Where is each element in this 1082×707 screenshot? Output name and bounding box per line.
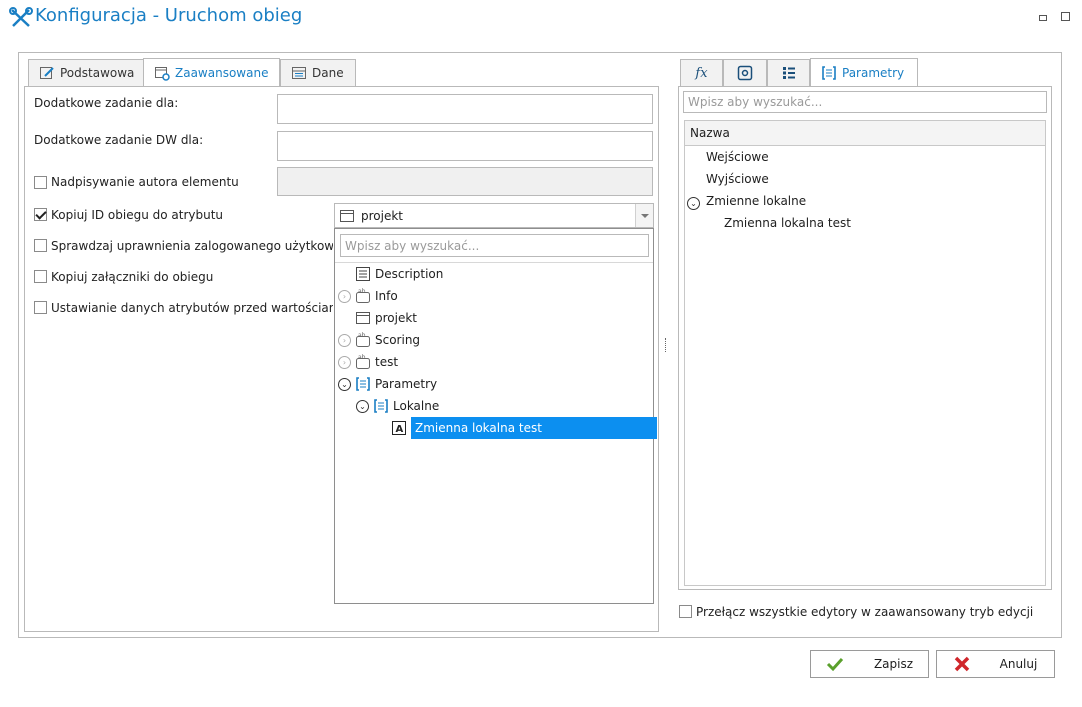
- tree-item-label: projekt: [375, 311, 417, 325]
- overwrite-author-label: Nadpisywanie autora elementu: [51, 175, 239, 189]
- tab-label: Dane: [312, 66, 344, 80]
- param-item-wejsciowe[interactable]: Wejściowe: [706, 150, 769, 164]
- collapse-icon[interactable]: ⌄: [356, 399, 369, 413]
- save-label: Zapisz: [873, 657, 914, 671]
- tree-item-label: Lokalne: [393, 399, 440, 413]
- at-sign-icon: [737, 65, 753, 81]
- tools-icon: [9, 7, 33, 27]
- overwrite-author-checkbox[interactable]: [34, 176, 47, 189]
- expand-icon[interactable]: ›: [338, 333, 351, 347]
- save-button[interactable]: Zapisz: [810, 650, 929, 678]
- tree-item-scoring[interactable]: › ab Scoring: [338, 329, 420, 351]
- advanced-mode-label: Przełącz wszystkie edytory w zaawansowan…: [696, 605, 1034, 619]
- check-permissions-label: Sprawdzaj uprawnienia zalogowanego użytk…: [51, 239, 333, 253]
- tree-item-label: Parametry: [375, 377, 438, 391]
- minimize-button[interactable]: [1036, 9, 1050, 23]
- tab-zaawansowane[interactable]: Zaawansowane: [143, 58, 280, 86]
- tab-attributes[interactable]: [723, 59, 767, 86]
- param-item-wyjsciowe[interactable]: Wyjściowe: [706, 172, 769, 186]
- extra-task-input[interactable]: [277, 94, 653, 124]
- cancel-button[interactable]: Anuluj: [936, 650, 1055, 678]
- copy-attachments-label: Kopiuj załączniki do obiegu: [51, 270, 214, 284]
- tree-item-label: Description: [375, 267, 444, 281]
- letter-a-icon: A: [392, 421, 406, 435]
- search-placeholder: Wpisz aby wyszukać...: [345, 238, 480, 253]
- combo-popup: Wpisz aby wyszukać... Description › ab I…: [334, 228, 657, 604]
- tab-list[interactable]: [767, 59, 810, 86]
- text-field-icon: ab: [356, 354, 370, 369]
- collapse-icon[interactable]: ⌄: [338, 377, 351, 391]
- combo-value: projekt: [361, 208, 403, 223]
- bracket-icon: [374, 399, 388, 413]
- close-icon: [954, 656, 969, 672]
- tree-item-label: test: [375, 355, 399, 369]
- copy-attachments-checkbox[interactable]: [34, 270, 47, 283]
- bracket-icon: [356, 377, 370, 391]
- param-item-zmienna-lokalna-test[interactable]: Zmienna lokalna test: [724, 216, 851, 230]
- tab-label: Podstawowa: [60, 66, 135, 80]
- svg-text:ab: ab: [358, 354, 366, 361]
- chevron-down-icon[interactable]: [635, 204, 653, 227]
- table-icon: [292, 67, 306, 79]
- check-permissions-checkbox[interactable]: [34, 239, 47, 252]
- window-icon: [340, 209, 354, 222]
- column-header-nazwa[interactable]: Nazwa: [684, 120, 1046, 146]
- tree-item-parametry[interactable]: ⌄ Parametry: [338, 373, 437, 395]
- list-icon: [356, 267, 370, 281]
- extra-task-dw-input[interactable]: [277, 131, 653, 161]
- copy-id-label: Kopiuj ID obiegu do atrybutu: [51, 208, 224, 222]
- cancel-label: Anuluj: [999, 657, 1038, 671]
- bracket-icon: [822, 65, 836, 80]
- text-field-icon: ab: [356, 288, 370, 303]
- text-field-icon: ab: [356, 332, 370, 347]
- parameters-grid: [684, 146, 1046, 586]
- window-title: Konfiguracja - Uruchom obieg: [35, 5, 303, 26]
- tree-item-label: Zmienna lokalna test: [411, 417, 657, 439]
- popup-search-input[interactable]: Wpisz aby wyszukać...: [340, 234, 649, 257]
- collapse-icon[interactable]: ⌄: [687, 195, 700, 210]
- edit-icon: [40, 67, 54, 79]
- column-header-label: Nazwa: [690, 126, 730, 140]
- copy-id-checkbox[interactable]: [34, 208, 47, 221]
- tree-item-test[interactable]: › ab test: [338, 351, 398, 373]
- param-item-zmienne-lokalne[interactable]: Zmienne lokalne: [706, 194, 806, 208]
- expand-icon[interactable]: ›: [338, 355, 351, 369]
- tree-item-projekt[interactable]: projekt: [355, 307, 417, 329]
- tree-item-info[interactable]: › ab Info: [338, 285, 398, 307]
- search-placeholder: Wpisz aby wyszukać...: [688, 95, 823, 109]
- tree-item-description[interactable]: Description: [355, 263, 443, 285]
- maximize-button[interactable]: [1058, 9, 1072, 23]
- svg-text:ab: ab: [358, 288, 366, 295]
- fx-icon: fx: [695, 65, 708, 81]
- window-icon: [356, 312, 370, 324]
- svg-text:A: A: [396, 424, 404, 435]
- parameters-search-input[interactable]: Wpisz aby wyszukać...: [683, 91, 1047, 113]
- tree-item-zmienna-lokalna-test[interactable]: A Zmienna lokalna test: [391, 417, 657, 439]
- checkmark-icon: [826, 657, 844, 672]
- numbered-list-icon: [782, 67, 795, 79]
- advanced-mode-checkbox[interactable]: [679, 605, 692, 618]
- tab-dane[interactable]: Dane: [280, 59, 356, 86]
- tree-item-label: Info: [375, 289, 398, 303]
- svg-text:ab: ab: [358, 332, 366, 339]
- tab-label: Parametry: [842, 65, 905, 80]
- title-bar: Konfiguracja - Uruchom obieg: [0, 0, 1082, 36]
- tree-item-label: Scoring: [375, 333, 421, 347]
- splitter-handle[interactable]: [665, 338, 667, 352]
- window-gear-icon: [155, 66, 170, 81]
- attribute-combo[interactable]: projekt: [334, 203, 654, 228]
- tab-label: Zaawansowane: [175, 65, 269, 80]
- tab-parametry[interactable]: Parametry: [810, 58, 918, 86]
- tab-podstawowa[interactable]: Podstawowa: [28, 59, 144, 86]
- tab-functions[interactable]: fx: [680, 59, 723, 86]
- expand-icon[interactable]: ›: [338, 289, 351, 303]
- tree-item-lokalne[interactable]: ⌄ Lokalne: [356, 395, 439, 417]
- set-attributes-checkbox[interactable]: [34, 301, 47, 314]
- extra-task-label: Dodatkowe zadanie dla:: [34, 96, 179, 110]
- set-attributes-label: Ustawianie danych atrybutów przed wartoś…: [51, 301, 333, 315]
- author-input: [277, 167, 653, 196]
- extra-task-dw-label: Dodatkowe zadanie DW dla:: [34, 133, 204, 147]
